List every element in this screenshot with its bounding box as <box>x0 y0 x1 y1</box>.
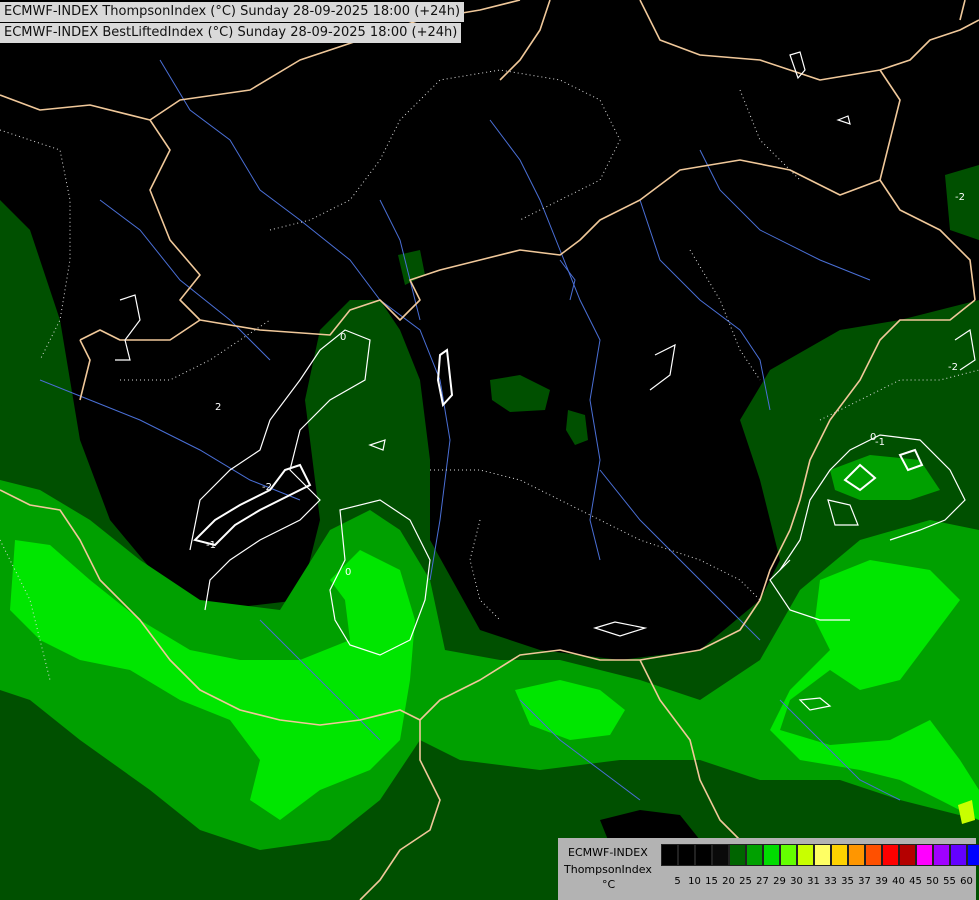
legend-swatch <box>967 844 979 866</box>
legend-swatch <box>899 844 916 866</box>
legend-swatch <box>797 844 814 866</box>
contour-label: 2 <box>215 402 221 413</box>
contour-label: 0 <box>340 332 346 343</box>
legend-swatches <box>661 844 979 866</box>
legend-ticks: 5 10 15 20 25 27 29 30 31 33 35 37 39 40 45 50 55 60 <box>661 876 975 888</box>
legend-tick-label: 35 <box>841 876 854 887</box>
legend-model: ECMWF-INDEX <box>568 846 648 859</box>
legend-tick-label: 45 <box>909 876 922 887</box>
legend-tick-label: 10 <box>688 876 701 887</box>
contour-label: -2 <box>948 362 958 373</box>
contour-label: -2 <box>262 482 272 493</box>
legend-swatch <box>678 844 695 866</box>
legend-tick-label: 37 <box>858 876 871 887</box>
legend-swatch <box>882 844 899 866</box>
legend-swatch <box>814 844 831 866</box>
legend-tick-label: 60 <box>960 876 973 887</box>
legend-swatch <box>661 844 678 866</box>
legend-swatch <box>746 844 763 866</box>
legend-tick-label: 27 <box>756 876 769 887</box>
legend-tick-label: 15 <box>705 876 718 887</box>
legend-tick-label: 29 <box>773 876 786 887</box>
legend-swatch <box>831 844 848 866</box>
contour-label: 0 <box>345 567 351 578</box>
contour-label: -2 <box>955 192 965 203</box>
legend-tick-label: 5 <box>674 876 681 887</box>
legend-swatch <box>950 844 967 866</box>
map-canvas: 2 -2 -1 -1 0 0 0 -2 -2 <box>0 0 979 900</box>
legend-tick-label: 20 <box>722 876 735 887</box>
map-title-thompson: ECMWF-INDEX ThompsonIndex (°C) Sunday 28… <box>0 2 465 22</box>
legend-swatch <box>712 844 729 866</box>
legend-swatch <box>848 844 865 866</box>
contour-label: -1 <box>206 540 216 551</box>
legend-swatch <box>780 844 797 866</box>
contour-label: 0 <box>870 432 876 443</box>
legend-tick-label: 33 <box>824 876 837 887</box>
legend-tick-label: 31 <box>807 876 820 887</box>
legend-swatch <box>933 844 950 866</box>
legend-tick-label: 40 <box>892 876 905 887</box>
weather-map: 2 -2 -1 -1 0 0 0 -2 -2 ECMWF-INDEX Thomp… <box>0 0 979 900</box>
color-legend: ECMWF-INDEX ThompsonIndex °C 5 10 15 20 25 27… <box>558 838 979 900</box>
legend-swatch <box>865 844 882 866</box>
legend-swatch <box>916 844 933 866</box>
legend-unit: °C <box>602 878 616 891</box>
legend-parameter: ThompsonIndex <box>564 863 652 876</box>
map-title-lifted: ECMWF-INDEX BestLiftedIndex (°C) Sunday … <box>0 23 462 43</box>
legend-tick-label: 39 <box>875 876 888 887</box>
legend-tick-label: 25 <box>739 876 752 887</box>
legend-swatch <box>729 844 746 866</box>
legend-swatch <box>763 844 780 866</box>
legend-swatch <box>695 844 712 866</box>
legend-tick-label: 55 <box>943 876 956 887</box>
contour-label: -1 <box>875 437 885 448</box>
legend-tick-label: 50 <box>926 876 939 887</box>
legend-tick-label: 30 <box>790 876 803 887</box>
